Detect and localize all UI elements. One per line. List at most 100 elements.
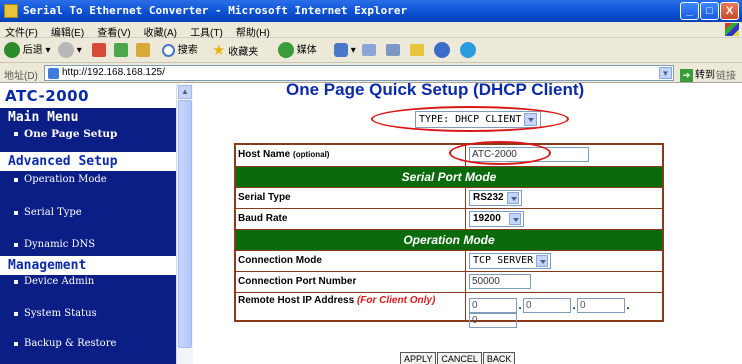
page-title: One Page Quick Setup (DHCP Client) [286,80,585,99]
baud-rate-value: 19200 [473,213,501,224]
host-name-row: Host Name (optional) ATC-2000 [236,145,662,166]
sidebar: ATC-2000 Main Menu One Page Setup Advanc… [0,84,176,364]
sidebar-item-serial-type[interactable]: Serial Type [0,205,176,237]
window-titlebar: Serial To Ethernet Converter - Microsoft… [0,0,742,22]
remote-ip-label-text: Remote Host IP Address [238,295,355,306]
sidebar-scrollbar[interactable]: ▲ [176,84,193,364]
windows-flag-icon [725,23,739,36]
star-icon: ★ [212,42,226,59]
sidebar-header-main-menu: Main Menu [0,108,176,127]
sidebar-item-one-page-setup[interactable]: One Page Setup [0,126,176,152]
remote-ip-note: (For Client Only) [356,295,436,306]
sidebar-item-backup-restore[interactable]: Backup & Restore [0,336,176,364]
go-label: 转到 [695,70,715,81]
sidebar-item-label: Dynamic DNS [24,239,96,250]
host-name-label-text: Host Name [238,149,291,160]
address-dropdown-icon[interactable]: ▼ [659,67,672,79]
remote-ip-cell: 0. 0. 0.0 [467,293,662,328]
search-button[interactable]: 搜索 [162,42,198,59]
connection-port-input[interactable]: 50000 [469,274,531,289]
connection-port-label: Connection Port Number [236,272,466,292]
refresh-button[interactable] [114,42,128,59]
bullet-icon [14,178,18,182]
menu-bar: 文件(F) 编辑(E) 查看(V) 收藏(A) 工具(T) 帮助(H) [0,22,742,39]
connection-mode-label: Connection Mode [236,251,466,271]
media-button[interactable]: 媒体 [278,42,317,59]
page-icon [48,68,59,79]
back-label: 后退 [22,45,43,56]
favorites-label: 收藏夹 [228,47,259,58]
sidebar-item-device-admin[interactable]: Device Admin [0,274,176,306]
connection-mode-row: Connection Mode TCP SERVER [236,250,662,271]
baud-rate-cell: 19200 [467,209,662,229]
sidebar-item-label: Backup & Restore [24,338,117,349]
sidebar-item-label: System Status [24,308,97,319]
media-label: 媒体 [296,45,317,56]
remote-ip-octet-4[interactable]: 0 [469,313,517,328]
connection-mode-value: TCP SERVER [473,255,534,266]
bullet-icon [14,132,18,136]
back-arrow-icon [4,42,20,59]
remote-ip-octet-1[interactable]: 0 [469,298,517,313]
links-button[interactable]: 链接 [716,67,736,82]
logo: ATC-2000 [0,84,176,108]
folder-button[interactable] [410,42,424,59]
back-button[interactable]: 后退 ▾ [4,42,51,59]
bullet-icon [14,312,18,316]
apply-button[interactable]: APPLY [400,352,437,364]
chevron-down-icon [506,192,519,204]
operation-mode-section-header: Operation Mode [236,229,662,250]
baud-rate-label: Baud Rate [236,209,466,229]
serial-type-label: Serial Type [236,188,466,208]
stop-button[interactable] [92,42,106,59]
toolbar: 后退 ▾ ▾ 搜索 ★ 收藏夹 媒体 ▾ [0,38,742,63]
sidebar-header-management: Management [0,256,176,275]
remote-ip-octet-2[interactable]: 0 [523,298,571,313]
messenger-button[interactable] [434,42,450,59]
minimize-button[interactable]: _ [680,2,699,20]
forward-button[interactable]: ▾ [58,42,82,59]
print-button[interactable] [386,42,400,59]
cancel-button[interactable]: CANCEL [437,352,482,364]
chevron-down-icon [509,213,522,225]
serial-type-value: RS232 [473,192,504,203]
history-button[interactable]: ▾ [334,42,356,59]
serial-type-select[interactable]: RS232 [469,190,522,206]
sidebar-item-operation-mode[interactable]: Operation Mode [0,172,176,204]
serial-type-row: Serial Type RS232 [236,187,662,208]
folder-icon [410,44,424,57]
go-button[interactable]: ➔ 转到 [680,66,715,82]
host-name-optional: (optional) [293,150,330,159]
connection-port-row: Connection Port Number 50000 [236,271,662,292]
bullet-icon [14,342,18,346]
serial-port-section-header: Serial Port Mode [236,166,662,187]
close-button[interactable]: X [720,2,739,20]
scroll-thumb[interactable] [178,100,192,348]
back-page-button[interactable]: BACK [482,352,516,364]
mail-button[interactable] [362,42,376,59]
ip-dot: . [626,299,630,312]
remote-ip-octet-3[interactable]: 0 [577,298,625,313]
bullet-icon [14,211,18,215]
address-input[interactable]: http://192.168.168.125/ ▼ [44,65,674,81]
window-title: Serial To Ethernet Converter - Microsoft… [23,4,408,17]
home-button[interactable] [136,42,150,59]
ie-globe-icon [460,42,476,59]
refresh-icon [114,43,128,58]
connection-mode-select[interactable]: TCP SERVER [469,253,552,269]
ie-link-button[interactable] [460,42,476,59]
serial-type-cell: RS232 [467,188,662,208]
address-url: http://192.168.168.125/ [62,67,165,78]
highlight-ring [371,106,569,132]
media-icon [278,42,294,59]
scroll-up-icon[interactable]: ▲ [178,85,192,99]
sidebar-item-system-status[interactable]: System Status [0,306,176,338]
maximize-button[interactable]: □ [700,2,719,20]
favorites-button[interactable]: ★ 收藏夹 [212,42,258,59]
baud-rate-select[interactable]: 19200 [469,211,525,227]
remote-ip-label: Remote Host IP Address (For Client Only) [236,293,466,320]
stop-icon [92,43,106,58]
ie-app-icon [4,4,18,18]
messenger-icon [434,42,450,59]
highlight-ring [449,141,551,165]
